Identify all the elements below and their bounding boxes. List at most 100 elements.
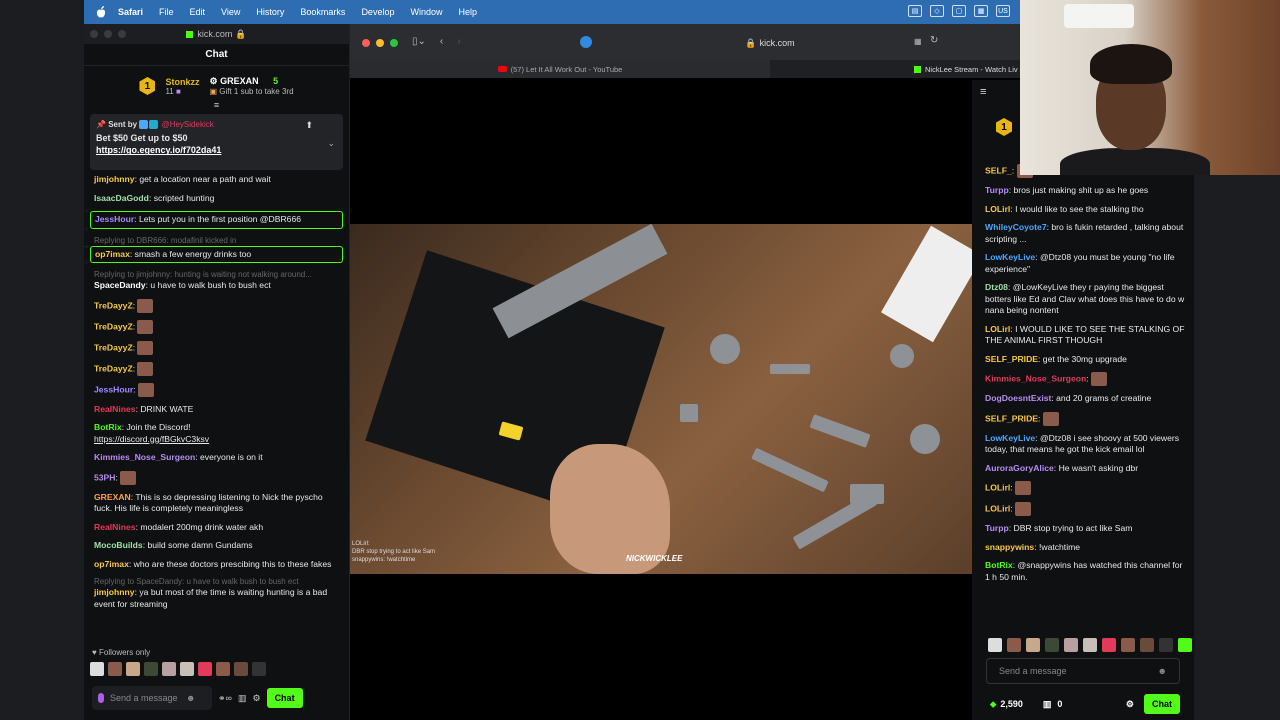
reply-context[interactable]: Replying to DBR666: modafinil kicked in [94,236,343,246]
emote-icon[interactable] [198,662,212,676]
emoji-icon[interactable]: ☻ [186,693,195,703]
chat-username[interactable]: LOLirl [985,204,1010,214]
menu-help[interactable]: Help [458,7,477,17]
emote-icon[interactable] [988,638,1002,652]
chat-username[interactable]: GREXAN [94,492,131,502]
menu-window[interactable]: Window [410,7,442,17]
tray-keyboard-icon[interactable]: ▦ [974,5,988,17]
collapse-chat-icon[interactable]: ≡ [980,86,986,98]
chat-username[interactable]: BotRix [985,560,1013,570]
second-name[interactable]: GREXAN [220,76,259,86]
emote-icon[interactable] [1178,638,1192,652]
menu-history[interactable]: History [256,7,284,17]
store-icon[interactable]: ▥ [238,693,247,704]
reload-icon[interactable]: ↻ [930,35,938,46]
chat-username[interactable]: AuroraGoryAlice [985,463,1054,473]
close-light[interactable] [362,39,370,47]
infinity-icon[interactable]: ⚭∞ [218,693,232,704]
menu-develop[interactable]: Develop [361,7,394,17]
chat-username[interactable]: JessHour [94,384,133,394]
chat-username[interactable]: op7imax [94,559,129,569]
chat-username[interactable]: LowKeyLive [985,252,1035,262]
chat-username[interactable]: MocoBuilds [94,540,143,550]
chat-username[interactable]: jimjohnny [94,587,135,597]
emote-icon[interactable] [1121,638,1135,652]
emoji-icon[interactable]: ☻ [1158,666,1167,676]
emote-icon[interactable] [1140,638,1154,652]
chat-username[interactable]: TreDayyZ [94,342,133,352]
emote-icon[interactable] [252,662,266,676]
chat-username[interactable]: SELF_ [985,165,1012,175]
translate-icon[interactable]: ▦ [914,37,922,46]
tray-window-icon[interactable]: ▢ [952,5,966,17]
zoom-light[interactable] [118,30,126,38]
menu-view[interactable]: View [221,7,240,17]
chat-username[interactable]: Turpp [985,523,1009,533]
zoom-light[interactable] [390,39,398,47]
emote-icon[interactable] [162,662,176,676]
forward-arrow-icon[interactable]: › [457,36,460,47]
store-icon[interactable]: ▥ [1043,699,1052,710]
emote-icon[interactable] [216,662,230,676]
sidebar-toggle-icon[interactable]: ▯⌄ [412,36,426,47]
emote-icon[interactable] [1064,638,1078,652]
menu-edit[interactable]: Edit [190,7,206,17]
emote-icon[interactable] [126,662,140,676]
apple-icon[interactable] [96,6,106,18]
pinned-message[interactable]: 📌 Sent by @HeySidekick ⬆ Bet $50 Get up … [90,114,343,170]
chat-username[interactable]: Kimmies_Nose_Surgeon [94,452,195,462]
chat-username[interactable]: TreDayyZ [94,300,133,310]
back-arrow-icon[interactable]: ‹ [440,36,443,47]
chat-username[interactable]: SELF_PRIDE [985,413,1038,423]
chat-username[interactable]: TreDayyZ [94,321,133,331]
chat-link[interactable]: https://discord.gg/fBGkvC3ksv [94,434,209,444]
chat-username[interactable]: Turpp [985,185,1009,195]
emote-icon[interactable] [108,662,122,676]
chat-username[interactable]: Kimmies_Nose_Surgeon [985,373,1086,383]
tab-kick[interactable]: NickLee Stream - Watch Liv [770,60,1020,78]
stream-video[interactable]: LOLirl: DBR stop trying to act like Sam … [350,224,972,574]
chat-username[interactable]: Dtz08 [985,282,1008,292]
channel-points[interactable]: 2,590 [1000,699,1023,709]
chevron-down-icon[interactable]: ⌄ [327,138,335,149]
emote-icon[interactable] [1159,638,1173,652]
reply-context[interactable]: Replying to jimjohnny: hunting is waitin… [94,270,343,280]
reply-context[interactable]: Replying to SpaceDandy: u have to walk b… [94,577,343,587]
menu-bookmarks[interactable]: Bookmarks [300,7,345,17]
close-light[interactable] [90,30,98,38]
tab-youtube[interactable]: (57) Let It All Work Out - YouTube [350,60,770,78]
tray-shield-icon[interactable]: ◇ [930,5,944,17]
chat-username[interactable]: LOLirl [985,503,1010,513]
send-chat-button[interactable]: Chat [266,688,303,708]
chat-username[interactable]: TreDayyZ [94,363,133,373]
gift-cta[interactable]: Gift 1 sub to take 3rd [219,87,293,96]
emote-icon[interactable] [144,662,158,676]
emote-icon[interactable] [1083,638,1097,652]
emote-icon[interactable] [1045,638,1059,652]
chat-username[interactable]: 53PH [94,472,116,482]
chat-username[interactable]: WhileyCoyote7 [985,222,1047,232]
chat-username[interactable]: snappywins [985,542,1034,552]
emote-icon[interactable] [180,662,194,676]
pin-icon[interactable]: ⬆ [305,120,313,131]
emote-icon[interactable] [90,662,104,676]
tray-language-icon[interactable]: US [996,5,1010,17]
emote-icon[interactable] [1007,638,1021,652]
minimize-light[interactable] [376,39,384,47]
send-chat-button[interactable]: Chat [1144,694,1180,714]
mic-icon[interactable] [98,693,104,703]
leader-name[interactable]: Stonkzz [165,77,199,87]
chat-username[interactable]: LOLirl [985,482,1010,492]
emote-icon[interactable] [1026,638,1040,652]
chat-username[interactable]: jimjohnny [94,174,135,184]
menu-app-name[interactable]: Safari [118,7,143,17]
chat-username[interactable]: SpaceDandy [94,280,146,290]
tray-display-icon[interactable]: ▤ [908,5,922,17]
chat-username[interactable]: IsaacDaGodd [94,193,149,203]
menu-file[interactable]: File [159,7,174,17]
chat-username[interactable]: LOLirl [985,324,1010,334]
emote-icon[interactable] [1102,638,1116,652]
chat-username[interactable]: BotRix [94,422,122,432]
chat-username[interactable]: RealNines [94,522,136,532]
right-chat-input[interactable]: Send a message ☻ [986,658,1180,684]
